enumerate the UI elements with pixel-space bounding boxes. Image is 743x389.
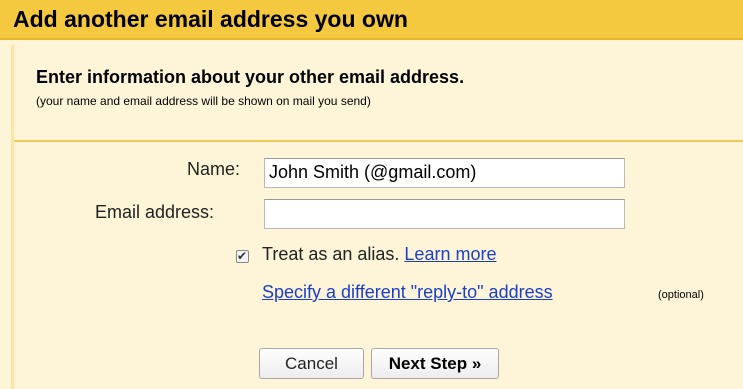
checkmark-icon: ✔ [237, 249, 248, 263]
section-divider [14, 140, 743, 142]
optional-label: (optional) [658, 289, 704, 301]
intro-heading: Enter information about your other email… [36, 67, 465, 87]
email-field[interactable] [264, 199, 625, 229]
reply-to-link[interactable]: Specify a different "reply-to" address [262, 282, 553, 302]
dialog-header: Add another email address you own [0, 0, 743, 40]
dialog-title: Add another email address you own [13, 6, 408, 32]
add-email-dialog: Add another email address you own Enter … [0, 0, 743, 389]
alias-checkbox[interactable]: ✔ [236, 249, 249, 263]
name-field[interactable]: John Smith (@gmail.com) [264, 158, 625, 188]
dialog-body: Enter information about your other email… [11, 45, 743, 389]
alias-row: Treat as an alias. Learn more [262, 244, 496, 265]
learn-more-link[interactable]: Learn more [404, 244, 496, 264]
cancel-button[interactable]: Cancel [259, 348, 364, 379]
reply-to-row: Specify a different "reply-to" address [262, 282, 553, 303]
name-label: Name: [187, 159, 241, 179]
next-step-button[interactable]: Next Step » [371, 348, 499, 379]
intro-subtitle: (your name and email address will be sho… [36, 94, 371, 108]
email-label: Email address: [95, 202, 215, 222]
alias-label: Treat as an alias. [262, 244, 400, 264]
